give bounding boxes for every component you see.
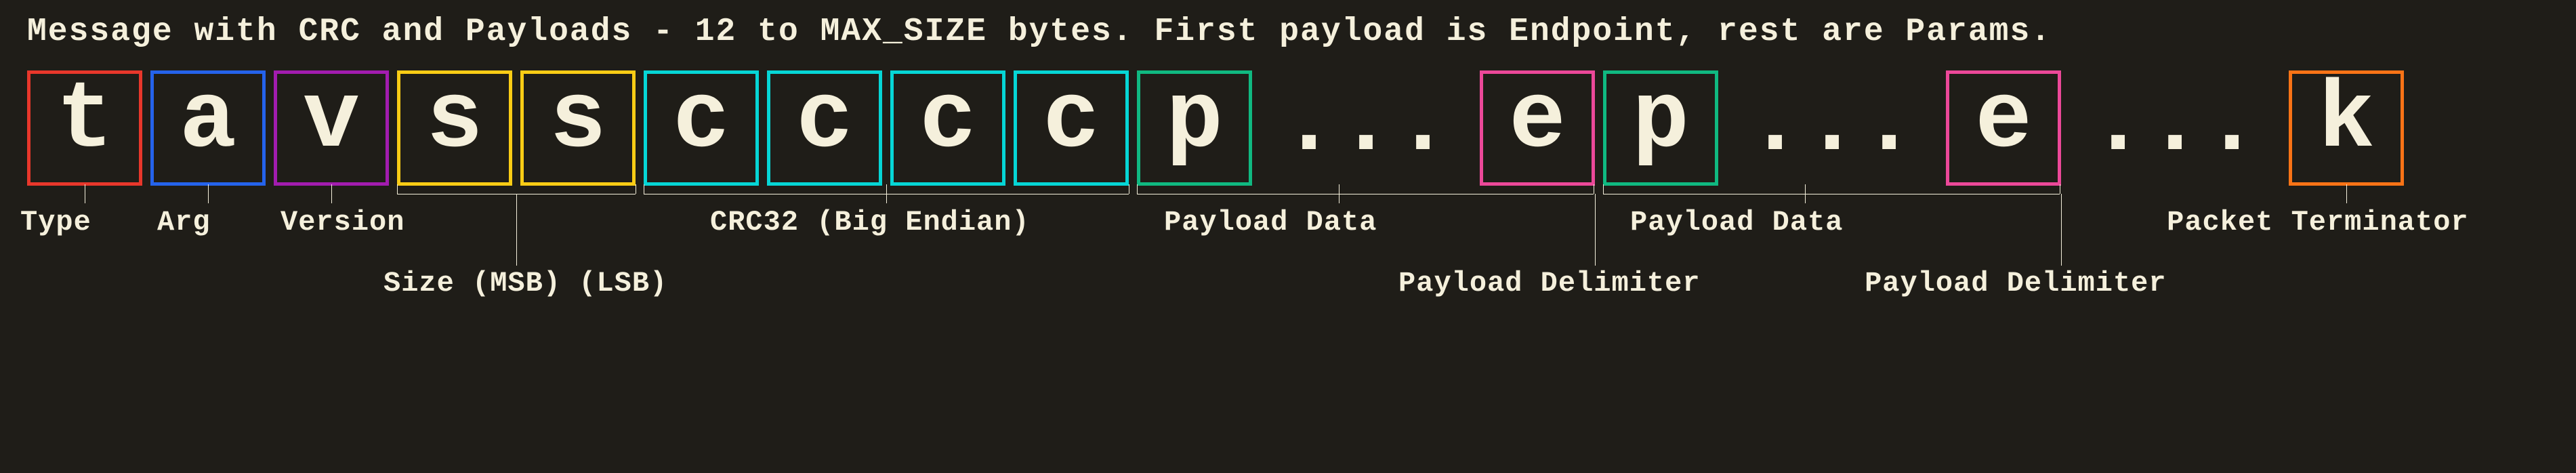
label-packet-terminator: Packet Terminator (2167, 206, 2468, 239)
label-version: Version (281, 206, 404, 239)
byte-crc0: c (644, 70, 759, 186)
byte-version: v (274, 70, 389, 186)
label-payload-delimiter-1: Payload Delimiter (1398, 267, 1700, 300)
byte-type: t (27, 70, 142, 186)
label-payload-delimiter-2: Payload Delimiter (1865, 267, 2166, 300)
label-type: Type (20, 206, 91, 239)
byte-payload2-end: e (1946, 70, 2061, 186)
byte-payload1-end: e (1480, 70, 1595, 186)
byte-payload1-start: p (1137, 70, 1252, 186)
diagram-title: Message with CRC and Payloads - 12 to MA… (27, 14, 2549, 50)
byte-crc2: c (890, 70, 1005, 186)
byte-size-msb: s (397, 70, 512, 186)
byte-payload2-start: p (1603, 70, 1718, 186)
label-arg: Arg (157, 206, 211, 239)
bytes-row: t a v s s c c c c p ... e p ... e ... k (27, 70, 2549, 186)
labels-area: Type Arg Version CRC32 (Big Endian) Payl… (27, 186, 2549, 321)
byte-arg: a (150, 70, 266, 186)
label-crc: CRC32 (Big Endian) (710, 206, 1030, 239)
byte-terminator: k (2289, 70, 2404, 186)
label-payload-data-2: Payload Data (1630, 206, 1843, 239)
ellipsis-icon: ... (2069, 70, 2281, 186)
byte-size-lsb: s (520, 70, 636, 186)
byte-crc3: c (1014, 70, 1129, 186)
byte-crc1: c (767, 70, 882, 186)
ellipsis-icon: ... (1726, 70, 1938, 186)
label-size: Size (MSB) (LSB) (383, 267, 667, 300)
ellipsis-icon: ... (1260, 70, 1472, 186)
label-payload-data-1: Payload Data (1164, 206, 1377, 239)
